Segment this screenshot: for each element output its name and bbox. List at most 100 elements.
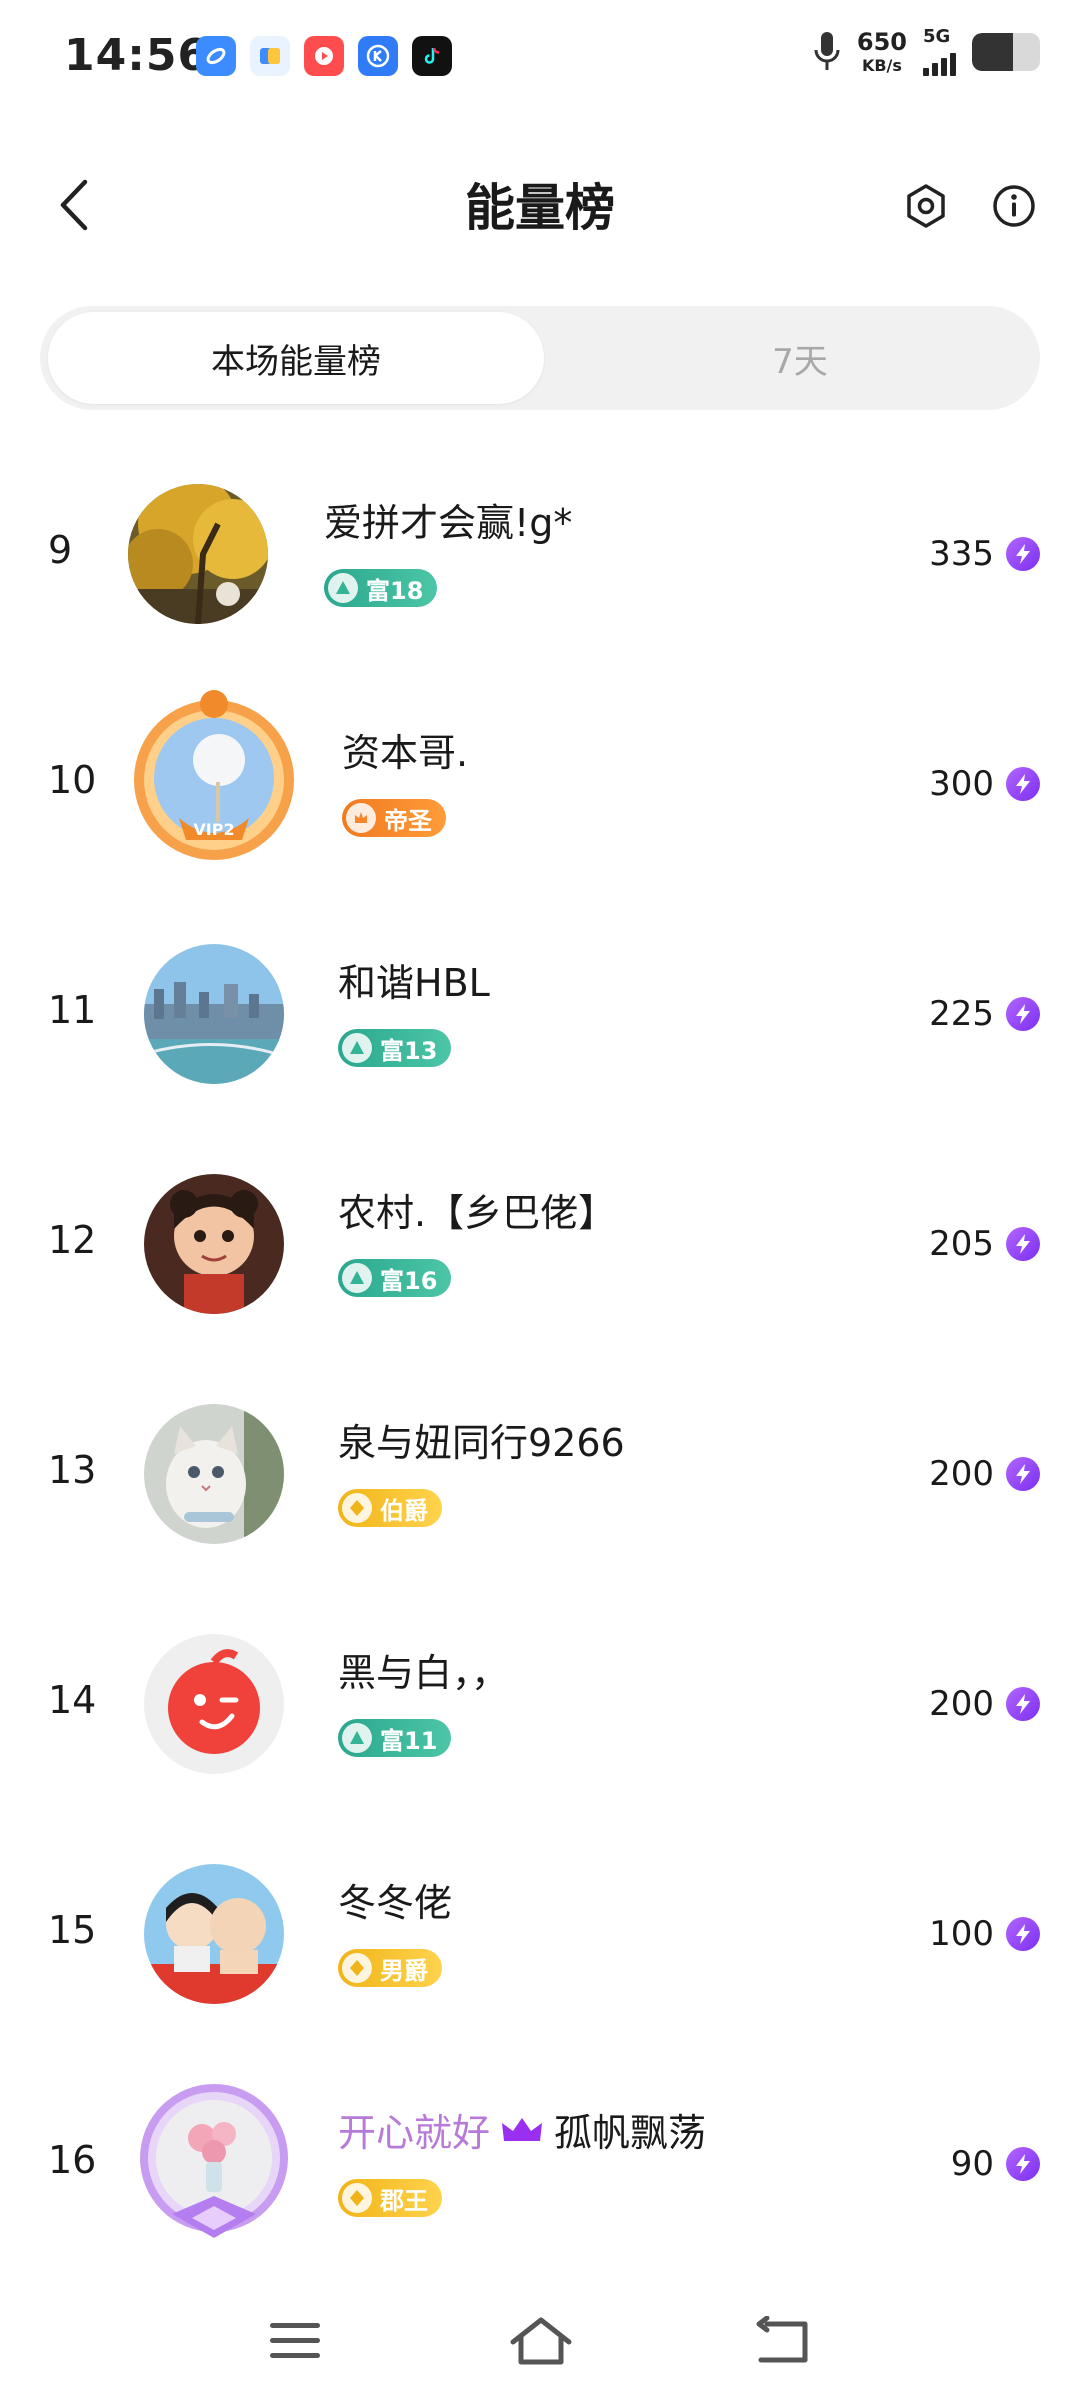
energy-score: 205 <box>929 1224 1040 1264</box>
score-value: 100 <box>929 1914 994 1954</box>
ginkgo-tree-avatar-image <box>128 484 268 624</box>
rank-number: 16 <box>48 2138 97 2182</box>
rank-number: 11 <box>48 988 97 1032</box>
noble-title-badge: 郡王 <box>338 2179 442 2217</box>
energy-score: 225 <box>929 994 1040 1034</box>
noble-title-icon <box>342 2183 372 2213</box>
wealth-level-badge: 富18 <box>324 569 438 607</box>
user-info: 冬冬佬 男爵 <box>338 1872 452 1987</box>
status-indicators: 650 KB/s 5G <box>813 28 1040 76</box>
ranking-row[interactable]: 13 泉与妞同行9266 伯爵 200 <box>0 1360 1080 1590</box>
user-name: 开心就好 孤帆飘荡 <box>338 2102 706 2157</box>
rank-number: 10 <box>48 758 97 802</box>
ranking-row[interactable]: 12 农村.【乡巴佬】 富16 205 <box>0 1130 1080 1360</box>
status-app-icons <box>196 36 452 76</box>
ranking-row[interactable]: 9 爱拼才会赢!g* 富18 335 <box>0 440 1080 670</box>
avatar[interactable] <box>144 1404 284 1544</box>
svg-text:VIP2: VIP2 <box>193 820 234 839</box>
avatar[interactable] <box>128 484 268 624</box>
info-button[interactable] <box>986 178 1042 234</box>
home-button[interactable] <box>506 2306 576 2376</box>
energy-bolt-icon <box>1006 1687 1040 1721</box>
rank-number: 15 <box>48 1908 97 1952</box>
cartoon-couple-avatar-image <box>144 1864 284 2004</box>
tab-current-session[interactable]: 本场能量榜 <box>48 312 544 404</box>
settings-button[interactable] <box>898 178 954 234</box>
system-navigation-bar <box>0 2280 1080 2400</box>
tiktok-icon <box>412 36 452 76</box>
menu-icon <box>270 2323 320 2358</box>
ranking-row[interactable]: 14 黑与白，， 富11 200 <box>0 1590 1080 1820</box>
energy-score: 300 <box>929 764 1040 804</box>
ranking-row[interactable]: 15 冬冬佬 男爵 100 <box>0 1820 1080 2050</box>
noble-title-badge: 伯爵 <box>338 1489 442 1527</box>
wealth-level-icon <box>328 573 358 603</box>
microphone-icon <box>814 32 840 70</box>
user-name: 泉与妞同行9266 <box>338 1421 625 1465</box>
energy-bolt-icon <box>1006 1917 1040 1951</box>
hexagon-settings-icon <box>907 184 945 228</box>
rank-number: 13 <box>48 1448 97 1492</box>
rank-number: 14 <box>48 1678 97 1722</box>
user-info: 爱拼才会赢!g* 富18 <box>324 492 572 607</box>
user-name: 冬冬佬 <box>338 1881 453 1925</box>
energy-bolt-icon <box>1006 997 1040 1031</box>
home-icon <box>510 2317 572 2365</box>
header: 能量榜 <box>0 150 1080 260</box>
ranking-tabs: 本场能量榜 7天 <box>40 306 1040 410</box>
winking-face-avatar-image <box>144 1634 284 1774</box>
user-info: 泉与妞同行9266 伯爵 <box>338 1412 625 1527</box>
status-time: 14:56 <box>64 30 210 81</box>
energy-score: 200 <box>929 1454 1040 1494</box>
rank-number: 12 <box>48 1218 97 1262</box>
score-value: 300 <box>929 764 994 804</box>
cat-avatar-image <box>144 1404 284 1544</box>
status-bar: 14:56 650 KB/s 5G <box>0 0 1080 120</box>
user-info: 黑与白，， 富11 <box>338 1642 509 1757</box>
blue-app-icon <box>196 36 236 76</box>
score-value: 90 <box>950 2144 994 2184</box>
score-value: 200 <box>929 1684 994 1724</box>
ranking-row[interactable]: 16 开心就好 孤帆飘荡 郡王 90 <box>0 2050 1080 2280</box>
user-name: 农村.【乡巴佬】 <box>338 1191 617 1235</box>
user-name: 和谐HBL <box>338 961 490 1005</box>
tab-7-days[interactable]: 7天 <box>560 312 1040 404</box>
return-icon <box>756 2316 808 2363</box>
crown-icon <box>502 2117 543 2141</box>
noble-title-badge: 帝圣 <box>342 799 446 837</box>
energy-score: 100 <box>929 1914 1040 1954</box>
city-skyline-avatar-image <box>144 944 284 1084</box>
ranking-row[interactable]: 11 和谐HBL 富13 225 <box>0 900 1080 1130</box>
noble-title-icon <box>342 1953 372 1983</box>
avatar[interactable] <box>132 2078 296 2242</box>
rank-number: 9 <box>48 528 73 572</box>
files-app-icon <box>250 36 290 76</box>
score-value: 225 <box>929 994 994 1034</box>
user-name: 资本哥. <box>342 731 469 775</box>
energy-bolt-icon <box>1006 2147 1040 2181</box>
user-name: 黑与白，， <box>338 1651 510 1695</box>
energy-bolt-icon <box>1006 537 1040 571</box>
ranking-row[interactable]: 10 VIP2 资本哥. 帝圣 300 <box>0 670 1080 900</box>
avatar[interactable]: VIP2 <box>124 690 304 870</box>
energy-bolt-icon <box>1006 1457 1040 1491</box>
avatar[interactable] <box>144 1864 284 2004</box>
user-info: 农村.【乡巴佬】 富16 <box>338 1182 616 1297</box>
wealth-level-icon <box>342 1723 372 1753</box>
energy-bolt-icon <box>1006 767 1040 801</box>
avatar[interactable] <box>144 944 284 1084</box>
cartoon-child-avatar-image <box>144 1174 284 1314</box>
energy-score: 200 <box>929 1684 1040 1724</box>
video-app-icon <box>304 36 344 76</box>
menu-button[interactable] <box>260 2306 330 2376</box>
noble-title-icon <box>346 803 376 833</box>
fan-club-tag: 开心就好 <box>338 2111 491 2155</box>
energy-score: 335 <box>929 534 1040 574</box>
score-value: 335 <box>929 534 994 574</box>
user-info: 开心就好 孤帆飘荡 郡王 <box>338 2102 706 2217</box>
back-nav-button[interactable] <box>748 2306 818 2376</box>
avatar[interactable] <box>144 1174 284 1314</box>
network-speed: 650 KB/s <box>856 28 907 75</box>
user-name: 爱拼才会赢!g* <box>324 501 573 545</box>
avatar[interactable] <box>144 1634 284 1774</box>
